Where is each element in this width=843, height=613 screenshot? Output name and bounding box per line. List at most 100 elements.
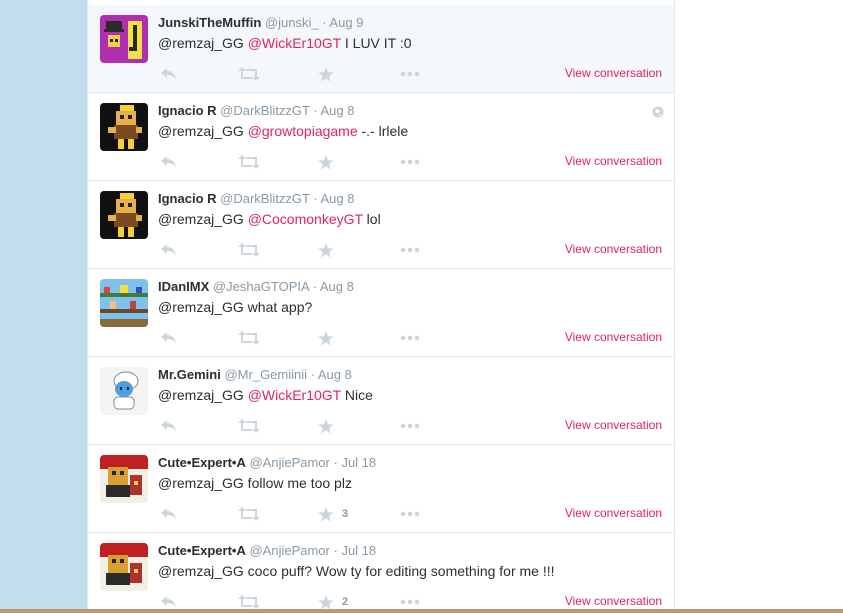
tweet-timestamp[interactable]: Jul 18: [341, 455, 376, 470]
favorite-icon[interactable]: [318, 65, 334, 83]
more-options-icon[interactable]: [400, 153, 420, 171]
retweet-icon[interactable]: [238, 241, 260, 259]
author-screen-name[interactable]: @JeshaGTOPIA: [213, 279, 309, 294]
header-separator: ·: [308, 279, 320, 294]
author-screen-name[interactable]: @AnjiePamor: [249, 455, 329, 470]
author-fullname[interactable]: JunskiTheMuffin: [158, 15, 261, 30]
reply-icon[interactable]: [160, 417, 178, 435]
more-options-icon[interactable]: [400, 241, 420, 259]
tweet-text-segment: Nice: [340, 387, 373, 403]
view-conversation-link[interactable]: View conversation: [565, 66, 662, 80]
favorite-icon[interactable]: [318, 153, 334, 171]
retweet-icon[interactable]: [238, 505, 260, 523]
author-fullname[interactable]: Mr.Gemini: [158, 367, 221, 382]
tweet-timestamp[interactable]: Aug 9: [329, 15, 363, 30]
more-options-icon[interactable]: [400, 417, 420, 435]
tweet-text: @remzaj_GG @WickEr10GT I LUV IT :0: [158, 34, 412, 53]
tweet-text-segment: @remzaj_GG coco puff? Wow ty for editing…: [158, 563, 555, 579]
tweet-text: @remzaj_GG @growtopiagame -.- lrlele: [158, 122, 408, 141]
header-separator: ·: [329, 455, 342, 470]
author-fullname[interactable]: Ignacio R: [158, 103, 217, 118]
tweet-text-segment: -.- lrlele: [357, 123, 409, 139]
tweet-item[interactable]: Ignacio R @DarkBlitzzGT · Aug 8 @remzaj_G…: [88, 181, 674, 269]
avatar[interactable]: [100, 279, 148, 327]
header-separator: ·: [329, 543, 342, 558]
tweet-item[interactable]: Ignacio R @DarkBlitzzGT · Aug 8 @remzaj_G…: [88, 93, 674, 181]
retweet-icon[interactable]: [238, 329, 260, 347]
tweet-text: @remzaj_GG @WickEr10GT Nice: [158, 386, 373, 405]
mention-link[interactable]: @CocomonkeyGT: [248, 211, 363, 227]
favorite-icon[interactable]: [318, 329, 334, 347]
author-fullname[interactable]: Cute•Expert•A: [158, 455, 246, 470]
avatar[interactable]: [100, 103, 148, 151]
tweet-timestamp[interactable]: Jul 18: [341, 543, 376, 558]
page-background-right: [675, 0, 843, 613]
reply-icon[interactable]: [160, 153, 178, 171]
tweet-text-segment: @remzaj_GG: [158, 35, 248, 51]
more-options-icon[interactable]: [400, 505, 420, 523]
tweet-timestamp[interactable]: Aug 8: [321, 191, 355, 206]
globe-icon: [652, 105, 664, 123]
reply-icon[interactable]: [160, 241, 178, 259]
view-conversation-link[interactable]: View conversation: [565, 418, 662, 432]
tweet-header: JunskiTheMuffin @junski_ · Aug 9: [158, 15, 363, 31]
tweet-item[interactable]: Cute•Expert•A @AnjiePamor · Jul 18 @remza…: [88, 445, 674, 533]
avatar[interactable]: [100, 543, 148, 591]
tweet-item[interactable]: IDanIMX @JeshaGTOPIA · Aug 8 @remzaj_GG w…: [88, 269, 674, 357]
tweet-timestamp[interactable]: Aug 8: [321, 103, 355, 118]
tweet-item[interactable]: Mr.Gemini @Mr_Gemiinii · Aug 8 @remzaj_GG…: [88, 357, 674, 445]
author-fullname[interactable]: Ignacio R: [158, 191, 217, 206]
view-conversation-link[interactable]: View conversation: [565, 154, 662, 168]
tweet-header: IDanIMX @JeshaGTOPIA · Aug 8: [158, 279, 354, 295]
tweet-timestamp[interactable]: Aug 8: [318, 367, 352, 382]
reply-icon[interactable]: [160, 505, 178, 523]
mention-link[interactable]: @WickEr10GT: [248, 387, 341, 403]
tweet-item[interactable]: Cute•Expert•A @AnjiePamor · Jul 18 @remza…: [88, 533, 674, 613]
header-separator: ·: [309, 103, 321, 118]
tweet-item[interactable]: JunskiTheMuffin @junski_ · Aug 9 @remzaj_…: [88, 5, 674, 93]
avatar[interactable]: [100, 367, 148, 415]
view-conversation-link[interactable]: View conversation: [565, 506, 662, 520]
retweet-icon[interactable]: [238, 153, 260, 171]
tweet-text-segment: lol: [362, 211, 381, 227]
author-screen-name[interactable]: @DarkBlitzzGT: [220, 191, 310, 206]
view-conversation-link[interactable]: View conversation: [565, 330, 662, 344]
retweet-icon[interactable]: [238, 417, 260, 435]
avatar[interactable]: [100, 191, 148, 239]
author-screen-name[interactable]: @AnjiePamor: [249, 543, 329, 558]
tweet-text-segment: @remzaj_GG: [158, 211, 248, 227]
tweet-header: Ignacio R @DarkBlitzzGT · Aug 8: [158, 103, 355, 119]
header-separator: ·: [307, 367, 318, 382]
avatar[interactable]: [100, 455, 148, 503]
more-options-icon[interactable]: [400, 65, 420, 83]
retweet-icon[interactable]: [238, 65, 260, 83]
author-fullname[interactable]: IDanIMX: [158, 279, 209, 294]
tweet-text: @remzaj_GG coco puff? Wow ty for editing…: [158, 562, 555, 581]
header-separator: ·: [309, 191, 321, 206]
author-screen-name[interactable]: @DarkBlitzzGT: [220, 103, 310, 118]
tweet-text: @remzaj_GG @CocomonkeyGT lol: [158, 210, 381, 229]
favorite-icon[interactable]: [318, 241, 334, 259]
avatar[interactable]: [100, 15, 148, 63]
reply-icon[interactable]: [160, 65, 178, 83]
author-screen-name[interactable]: @Mr_Gemiinii: [224, 367, 307, 382]
more-options-icon[interactable]: [400, 329, 420, 347]
favorite-icon[interactable]: [318, 417, 334, 435]
tweet-timeline: JunskiTheMuffin @junski_ · Aug 9 @remzaj_…: [87, 0, 675, 613]
favorite-count: 3: [342, 508, 349, 520]
author-screen-name[interactable]: @junski_: [265, 15, 319, 30]
tweet-header: Mr.Gemini @Mr_Gemiinii · Aug 8: [158, 367, 352, 383]
tweet-text-segment: @remzaj_GG: [158, 123, 248, 139]
mention-link[interactable]: @growtopiagame: [248, 123, 358, 139]
author-fullname[interactable]: Cute•Expert•A: [158, 543, 246, 558]
tweet-text-segment: I LUV IT :0: [340, 35, 412, 51]
view-conversation-link[interactable]: View conversation: [565, 242, 662, 256]
tweet-timestamp[interactable]: Aug 8: [320, 279, 354, 294]
taskbar-strip: [0, 609, 843, 613]
tweet-text-segment: @remzaj_GG follow me too plz: [158, 475, 352, 491]
reply-icon[interactable]: [160, 329, 178, 347]
favorite-icon[interactable]: 3: [318, 505, 348, 523]
mention-link[interactable]: @WickEr10GT: [248, 35, 341, 51]
view-conversation-link[interactable]: View conversation: [565, 594, 662, 608]
tweet-header: Cute•Expert•A @AnjiePamor · Jul 18: [158, 543, 376, 559]
